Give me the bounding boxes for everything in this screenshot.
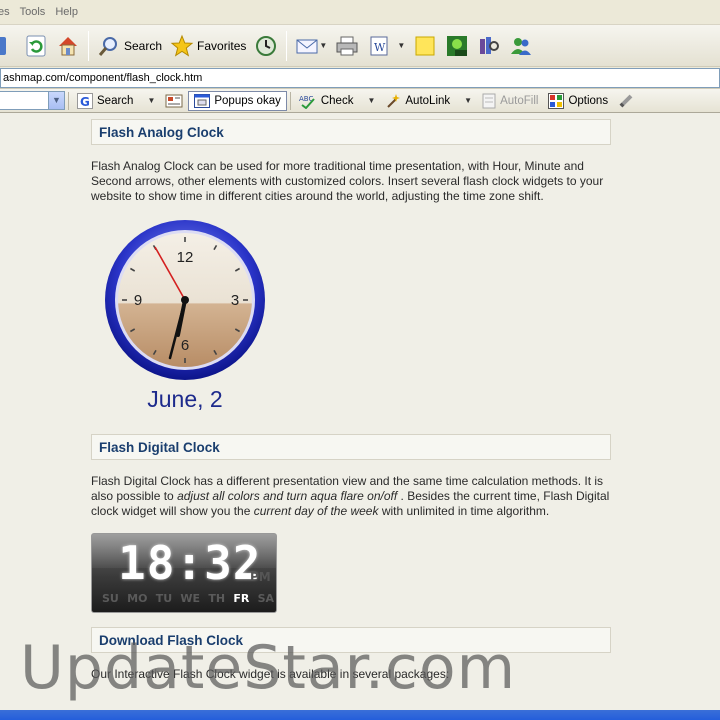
favorites-button[interactable]: Favorites xyxy=(166,29,250,63)
icq-button[interactable] xyxy=(441,29,473,63)
home-button[interactable] xyxy=(52,29,84,63)
google-toolbar: ▼ G Search ▼ Popups okay ABC Check ▼ Aut… xyxy=(0,89,720,113)
magic-wand-icon xyxy=(387,93,401,108)
analog-description: Flash Analog Clock can be used for more … xyxy=(91,159,604,203)
note-icon xyxy=(415,36,435,55)
chevron-down-icon: ▼ xyxy=(397,41,406,50)
svg-text:G: G xyxy=(80,95,90,109)
messenger-button[interactable] xyxy=(505,29,537,63)
refresh-icon xyxy=(26,35,46,56)
menu-item-tools[interactable]: Tools xyxy=(20,6,56,18)
watermark: UpdateStar.com xyxy=(20,633,517,703)
autofill-button[interactable]: AutoFill xyxy=(477,90,543,112)
clock-numeral-12: 12 xyxy=(177,249,194,266)
digital-clock-time: 18:32 xyxy=(118,536,262,590)
discuss-button[interactable] xyxy=(409,29,441,63)
refresh-button[interactable] xyxy=(0,29,20,63)
clock-center-pin xyxy=(181,296,189,304)
analog-section-title: Flash Analog Clock xyxy=(91,119,611,145)
word-document-icon: W xyxy=(370,36,388,55)
pencil-icon xyxy=(619,94,633,107)
favorites-button-label: Favorites xyxy=(197,38,247,53)
search-button-label: Search xyxy=(124,38,163,53)
search-icon xyxy=(98,36,117,56)
history-icon xyxy=(256,35,277,56)
news-button[interactable] xyxy=(160,90,188,112)
digital-desc-emphasis-1: adjust all colors and turn aqua flare on… xyxy=(177,489,398,503)
clock-numeral-9: 9 xyxy=(134,292,142,309)
digital-clock-days: SU MO TU WE TH FR SA xyxy=(102,592,274,605)
autolink-label: AutoLink xyxy=(405,94,451,107)
page-content: Flash Analog Clock Flash Analog Clock ca… xyxy=(0,113,720,710)
menu-bar: es Tools Help xyxy=(0,0,720,25)
spellcheck-icon: ABC xyxy=(299,95,315,109)
digital-desc-part3: with unlimited in time algorithm. xyxy=(378,504,550,518)
chevron-down-icon[interactable]: ▼ xyxy=(48,92,64,109)
svg-text:W: W xyxy=(374,41,386,54)
options-icon xyxy=(548,92,565,109)
google-search-button[interactable]: G Search ▼ xyxy=(72,90,160,112)
toolbar-separator xyxy=(88,30,89,61)
spell-check-button[interactable]: ABC Check ▼ xyxy=(294,90,381,112)
google-search-label: Search xyxy=(97,94,134,107)
digital-clock[interactable]: 18:32 PM SU MO TU WE TH FR SA xyxy=(91,533,277,613)
autolink-button[interactable]: AutoLink ▼ xyxy=(380,90,477,112)
research-icon xyxy=(480,36,500,54)
research-button[interactable] xyxy=(473,29,505,63)
popup-window-icon xyxy=(194,93,211,108)
day-th: TH xyxy=(208,592,226,605)
analog-clock[interactable]: 12 3 6 9 xyxy=(104,219,266,381)
clock-numeral-3: 3 xyxy=(231,292,239,309)
clock-numeral-6: 6 xyxy=(181,337,189,354)
digital-desc-emphasis-2: current day of the week xyxy=(253,504,379,518)
google-g-icon: G xyxy=(77,92,93,109)
refresh-button-2[interactable] xyxy=(20,29,52,63)
day-we: WE xyxy=(180,592,201,605)
options-button[interactable]: Options xyxy=(543,90,613,112)
toolbar-separator xyxy=(286,30,288,61)
day-sa: SA xyxy=(257,592,274,605)
menu-item-help[interactable]: Help xyxy=(55,6,88,18)
autofill-label: AutoFill xyxy=(500,94,539,107)
day-tu: TU xyxy=(155,592,173,605)
icq-pro-icon xyxy=(447,35,468,56)
options-label: Options xyxy=(568,94,609,107)
check-label: Check xyxy=(320,94,354,107)
printer-icon xyxy=(336,36,358,55)
mail-icon xyxy=(296,39,318,53)
stop-icon xyxy=(0,36,6,55)
home-icon xyxy=(59,36,77,55)
address-input[interactable]: ashmap.com/component/flash_clock.htm xyxy=(0,68,720,88)
main-toolbar: Search Favorites ▼ W ▼ xyxy=(0,25,720,67)
clock-date: June, 2 xyxy=(147,386,223,412)
edit-button[interactable]: W ▼ xyxy=(363,29,409,63)
news-icon xyxy=(165,94,183,107)
address-bar: ashmap.com/component/flash_clock.htm xyxy=(0,67,720,89)
highlight-button[interactable] xyxy=(613,90,639,112)
history-button[interactable] xyxy=(250,29,282,63)
digital-description: Flash Digital Clock has a different pres… xyxy=(91,474,611,519)
popup-blocker-button[interactable]: Popups okay xyxy=(188,90,287,111)
chevron-down-icon[interactable]: ▼ xyxy=(367,96,375,105)
day-su: SU xyxy=(102,592,119,605)
print-button[interactable] xyxy=(331,29,363,63)
messenger-icon xyxy=(511,37,532,55)
toolbar-separator xyxy=(289,91,291,110)
chevron-down-icon: ▼ xyxy=(319,41,328,50)
day-mo: MO xyxy=(127,592,148,605)
menu-item-favorites[interactable]: es xyxy=(0,6,20,18)
toolbar-separator xyxy=(68,91,69,110)
digital-section-title: Flash Digital Clock xyxy=(91,434,611,460)
mail-button[interactable]: ▼ xyxy=(291,29,331,63)
star-icon xyxy=(170,34,194,57)
taskbar xyxy=(0,710,720,720)
popups-label: Popups okay xyxy=(214,94,281,107)
day-fr: FR xyxy=(233,592,250,605)
search-button[interactable]: Search xyxy=(93,29,166,63)
google-search-input[interactable]: ▼ xyxy=(0,91,65,110)
digital-clock-pm: PM xyxy=(250,570,271,584)
autofill-icon xyxy=(482,93,496,108)
chevron-down-icon[interactable]: ▼ xyxy=(464,96,472,105)
chevron-down-icon[interactable]: ▼ xyxy=(147,96,155,105)
